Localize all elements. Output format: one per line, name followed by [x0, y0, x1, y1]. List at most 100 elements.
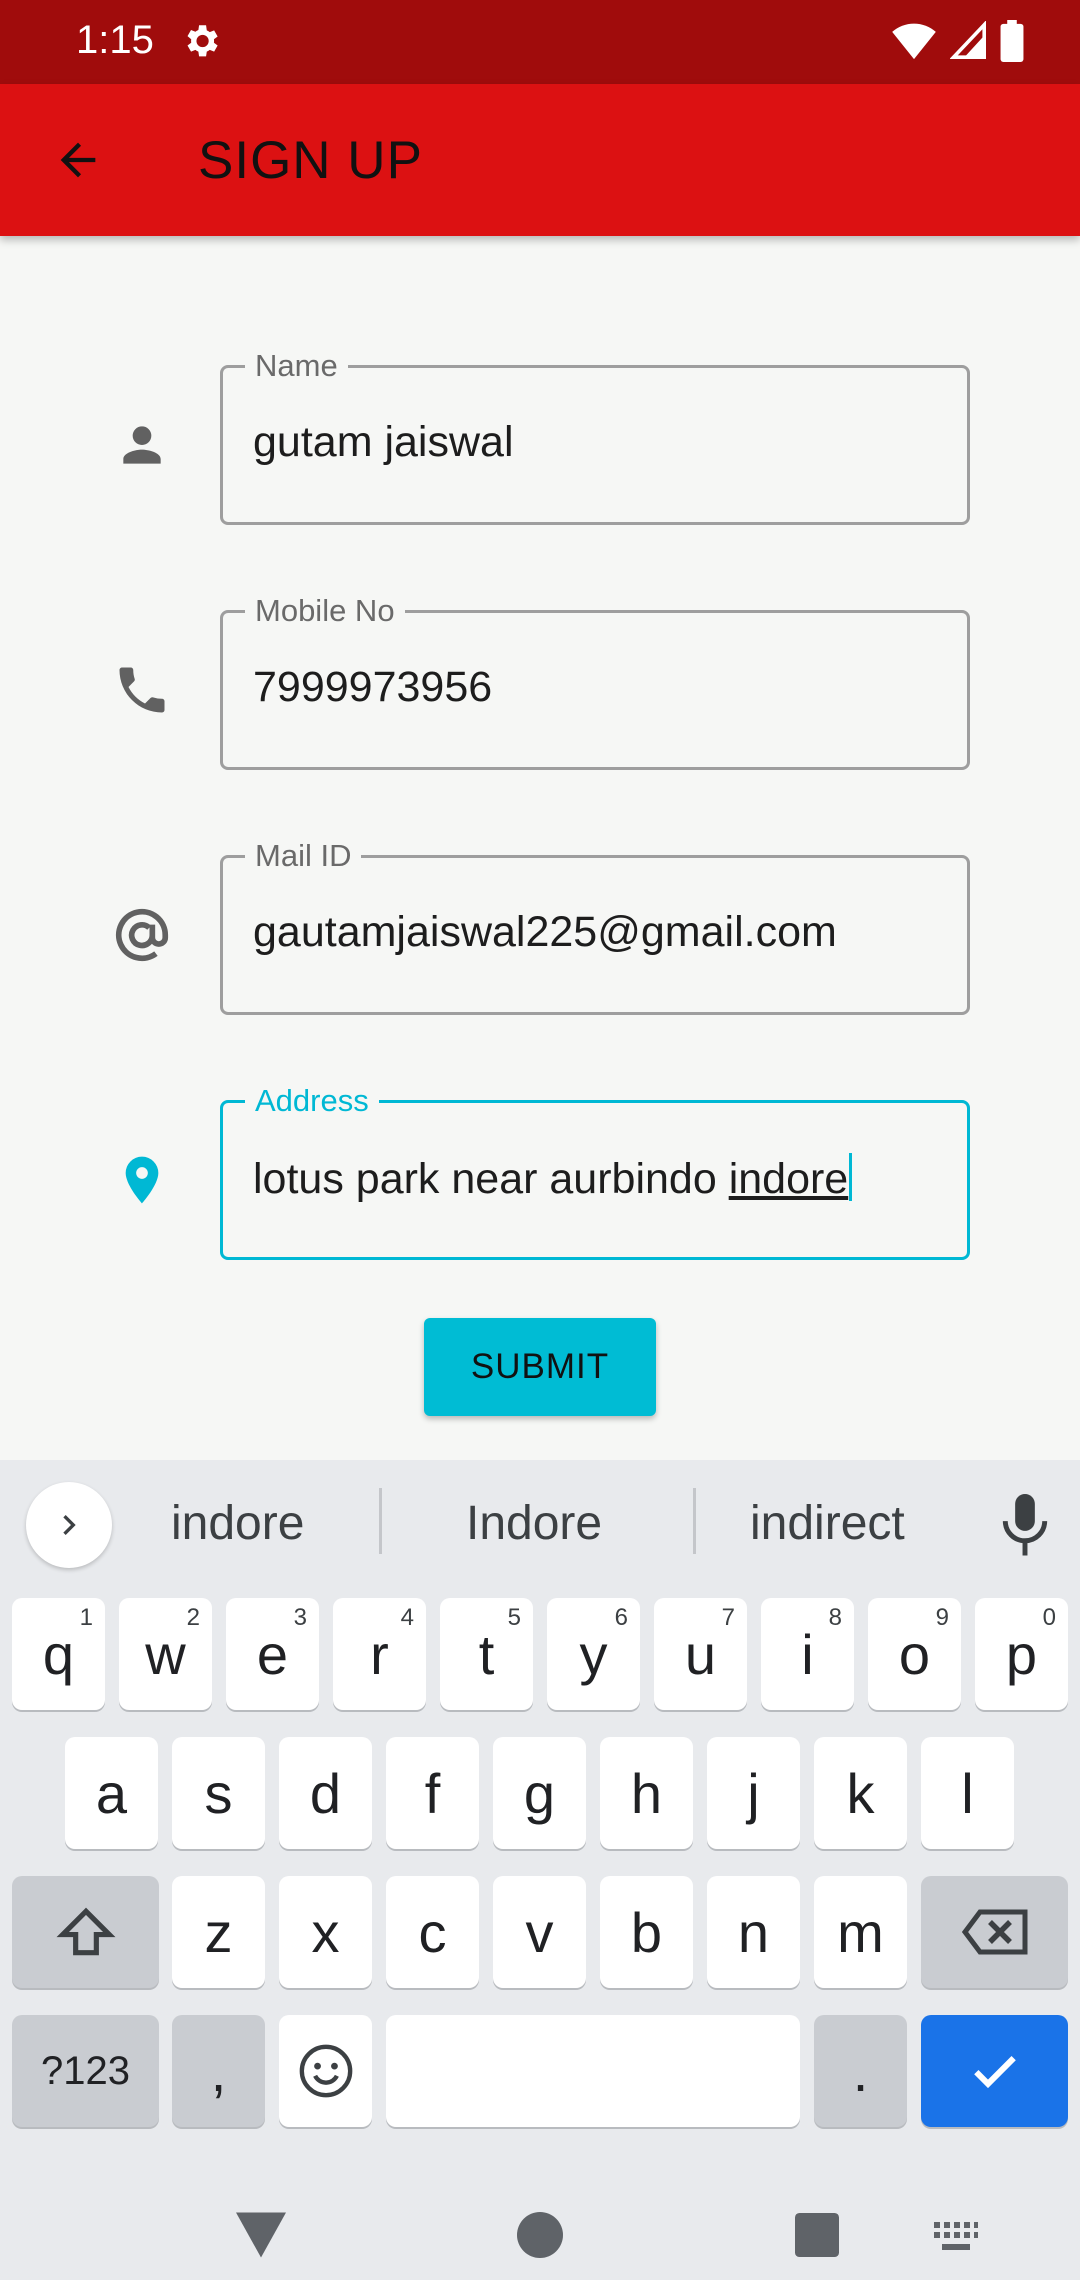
key-label: e	[256, 1622, 289, 1686]
key-label: o	[898, 1622, 931, 1686]
mail-value: gautamjaiswal225@gmail.com	[253, 908, 837, 956]
key-v[interactable]: v	[493, 1876, 586, 1988]
mail-field-row: Mail ID gautamjaiswal225@gmail.com	[0, 836, 1080, 1015]
key-l[interactable]: l	[921, 1737, 1014, 1849]
page-title: SIGN UP	[198, 131, 423, 190]
key-label: p	[1005, 1622, 1038, 1686]
soft-keyboard: indore Indore indirect q1 w2 e3 r4 t5 y6…	[0, 1460, 1080, 2200]
key-p[interactable]: p0	[975, 1598, 1068, 1710]
key-hint: 3	[293, 1604, 307, 1631]
period-key[interactable]: .	[814, 2015, 907, 2127]
key-t[interactable]: t5	[440, 1598, 533, 1710]
emoji-icon	[299, 2044, 352, 2098]
suggestion-divider	[379, 1488, 382, 1554]
mobile-value: 7999973956	[253, 663, 493, 711]
phone-icon	[110, 658, 174, 722]
key-q[interactable]: q1	[12, 1598, 105, 1710]
key-f[interactable]: f	[386, 1737, 479, 1849]
key-b[interactable]: b	[600, 1876, 693, 1988]
key-h[interactable]: h	[600, 1737, 693, 1849]
settings-gear-icon	[187, 25, 218, 57]
mobile-field-row: Mobile No 7999973956	[0, 591, 1080, 770]
key-z[interactable]: z	[172, 1876, 265, 1988]
location-pin-icon	[110, 1148, 174, 1212]
system-nav-bar	[0, 2200, 1080, 2280]
key-i[interactable]: i8	[761, 1598, 854, 1710]
key-o[interactable]: o9	[868, 1598, 961, 1710]
name-field[interactable]: Name gutam jaiswal	[220, 346, 970, 525]
key-a[interactable]: a	[65, 1737, 158, 1849]
key-label: u	[684, 1622, 717, 1686]
comma-key[interactable]: ,	[172, 2015, 265, 2127]
address-label: Address	[245, 1081, 379, 1121]
key-hint: 7	[721, 1604, 735, 1631]
symbols-key[interactable]: ?123	[12, 2015, 159, 2127]
done-key[interactable]	[921, 2015, 1068, 2127]
key-w[interactable]: w2	[119, 1598, 212, 1710]
expand-toolbar-button[interactable]	[26, 1482, 112, 1568]
key-g[interactable]: g	[493, 1737, 586, 1849]
address-field-row: Address lotus park near aurbindo indore	[0, 1081, 1080, 1260]
key-d[interactable]: d	[279, 1737, 372, 1849]
suggestion-1[interactable]: indore	[171, 1496, 304, 1551]
submit-button[interactable]: SUBMIT	[424, 1318, 656, 1416]
name-value: gutam jaiswal	[253, 418, 514, 466]
key-n[interactable]: n	[707, 1876, 800, 1988]
key-k[interactable]: k	[814, 1737, 907, 1849]
key-label: r	[370, 1622, 389, 1686]
status-time: 1:15	[76, 18, 154, 62]
shift-key[interactable]	[12, 1876, 159, 1988]
key-r[interactable]: r4	[333, 1598, 426, 1710]
suggestion-3[interactable]: indirect	[750, 1496, 905, 1551]
emoji-key[interactable]	[279, 2015, 372, 2127]
mobile-field[interactable]: Mobile No 7999973956	[220, 591, 970, 770]
address-composing-word: indore	[728, 1155, 849, 1203]
key-c[interactable]: c	[386, 1876, 479, 1988]
name-field-row: Name gutam jaiswal	[0, 346, 1080, 525]
key-label: t	[478, 1622, 495, 1686]
mail-field[interactable]: Mail ID gautamjaiswal225@gmail.com	[220, 836, 970, 1015]
key-x[interactable]: x	[279, 1876, 372, 1988]
backspace-key[interactable]	[921, 1876, 1068, 1988]
mobile-label: Mobile No	[245, 591, 405, 631]
keyboard-switch-icon[interactable]	[932, 2220, 980, 2252]
text-cursor	[849, 1153, 853, 1201]
recents-square-icon[interactable]	[795, 2213, 839, 2257]
battery-icon	[1000, 20, 1024, 62]
key-hint: 9	[935, 1604, 949, 1631]
back-triangle-icon[interactable]	[236, 2212, 286, 2258]
key-hint: 4	[400, 1604, 414, 1631]
key-label: y	[579, 1622, 608, 1686]
at-sign-icon	[110, 903, 174, 967]
back-button[interactable]	[44, 126, 112, 194]
key-j[interactable]: j	[707, 1737, 800, 1849]
suggestion-2[interactable]: Indore	[466, 1496, 602, 1551]
suggestion-divider	[693, 1488, 696, 1554]
key-hint: 5	[507, 1604, 521, 1631]
key-hint: 2	[186, 1604, 200, 1631]
chevron-right-icon	[63, 1515, 76, 1535]
suggestion-strip: indore Indore indirect	[0, 1460, 1080, 1586]
signal-icon	[950, 21, 986, 59]
key-e[interactable]: e3	[226, 1598, 319, 1710]
key-label: i	[801, 1622, 814, 1686]
key-y[interactable]: y6	[547, 1598, 640, 1710]
wifi-icon	[892, 23, 936, 60]
address-text: lotus park near aurbindo	[253, 1155, 729, 1203]
person-icon	[110, 413, 174, 477]
key-hint: 8	[828, 1604, 842, 1631]
key-label: w	[145, 1622, 186, 1686]
microphone-icon[interactable]	[1000, 1494, 1050, 1558]
key-hint: 0	[1042, 1604, 1056, 1631]
arrow-back-icon	[60, 142, 96, 178]
key-label: q	[42, 1622, 75, 1686]
address-field[interactable]: Address lotus park near aurbindo indore	[220, 1081, 970, 1260]
key-s[interactable]: s	[172, 1737, 265, 1849]
key-m[interactable]: m	[814, 1876, 907, 1988]
app-bar: SIGN UP	[0, 84, 1080, 236]
home-circle-icon[interactable]	[517, 2212, 563, 2258]
shift-icon	[56, 1907, 115, 1956]
key-u[interactable]: u7	[654, 1598, 747, 1710]
mail-label: Mail ID	[245, 836, 362, 876]
space-key[interactable]	[386, 2015, 800, 2127]
